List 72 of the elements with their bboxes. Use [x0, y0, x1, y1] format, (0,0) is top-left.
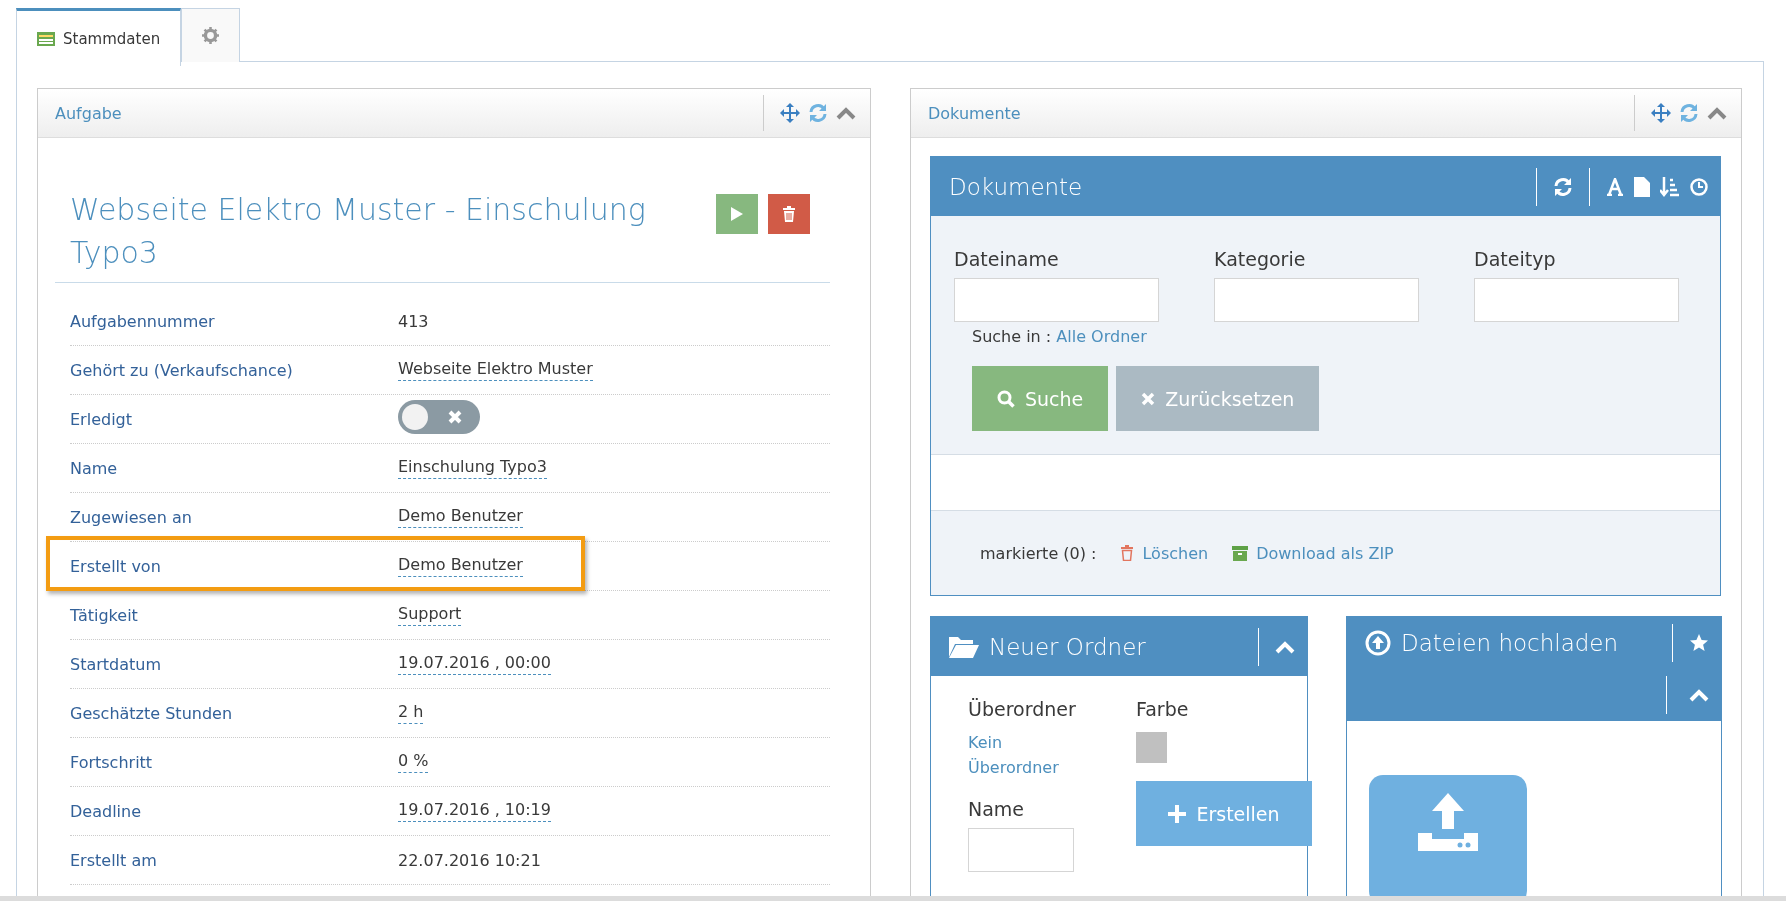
move-icon[interactable] — [780, 103, 800, 123]
refresh-icon[interactable] — [808, 103, 828, 123]
panel-title: Dateien hochladen — [1365, 630, 1619, 656]
marked-count: markierte (0) : — [980, 543, 1097, 563]
filter-field[interactable] — [1474, 278, 1679, 322]
font-icon[interactable] — [1606, 177, 1624, 196]
field-label: Name — [968, 798, 1026, 820]
close-icon — [1141, 391, 1156, 406]
editable-value[interactable]: Webseite Elektro Muster — [398, 359, 593, 381]
editable-value[interactable]: Support — [398, 604, 462, 626]
plus-icon — [1168, 804, 1187, 823]
sort-icon[interactable] — [1660, 176, 1680, 197]
search-icon — [997, 389, 1015, 408]
field-label: Name — [70, 458, 119, 478]
parent-folder-link[interactable]: Kein Überordner — [968, 730, 1078, 780]
table-icon — [37, 31, 55, 46]
filter-field[interactable] — [954, 278, 1159, 322]
trash-icon — [1120, 545, 1135, 561]
delete-button[interactable] — [768, 194, 810, 234]
filter-field[interactable] — [1214, 278, 1419, 322]
play-button[interactable] — [716, 194, 758, 234]
field-label: Erledigt — [70, 409, 133, 429]
panel-title: Neuer Ordner — [949, 633, 1146, 660]
tab[interactable]: Stammdaten — [16, 8, 182, 66]
editable-value[interactable]: 19.07.2016 , 10:19 — [398, 800, 551, 822]
editable-value[interactable]: Demo Benutzer — [398, 506, 523, 528]
field-label: Deadline — [70, 801, 142, 821]
name-field[interactable] — [968, 828, 1074, 872]
field-label: Farbe — [1136, 698, 1190, 720]
move-icon[interactable] — [1651, 103, 1671, 123]
filter-label: Kategorie — [1214, 248, 1307, 270]
folder-icon — [949, 634, 979, 659]
field-value: 22.07.2016 10:21 — [398, 850, 541, 870]
field-label: Fortschritt — [70, 752, 154, 772]
field-label: Zugewiesen an — [70, 507, 193, 527]
field-value: 413 — [398, 311, 429, 331]
search-scope-label: Suche in : — [972, 327, 1052, 346]
editable-value[interactable]: Demo Benutzer — [398, 555, 523, 577]
upload-icon — [1416, 793, 1480, 853]
close-icon — [448, 410, 462, 424]
upload-circle-icon — [1365, 630, 1391, 656]
clock-icon[interactable] — [1690, 177, 1708, 196]
play-icon — [730, 206, 744, 222]
field-label: Tätigkeit — [70, 605, 139, 625]
chevron-up-icon[interactable] — [836, 106, 856, 120]
field-label: Geschätzte Stunden — [70, 703, 234, 723]
field-label: Gehört zu (Verkaufschance) — [70, 360, 294, 380]
star-icon[interactable] — [1689, 633, 1709, 653]
file-icon[interactable] — [1634, 176, 1650, 197]
toggle-switch[interactable] — [398, 400, 480, 434]
color-swatch[interactable] — [1136, 732, 1167, 763]
field-label: Erstellt von — [70, 556, 162, 576]
panel-title: Dokumente — [949, 173, 1083, 200]
archive-icon — [1232, 545, 1249, 561]
filter-label: Dateityp — [1474, 248, 1557, 270]
settings-icon — [202, 27, 220, 44]
editable-value[interactable]: 0 % — [398, 751, 429, 773]
field-label: Startdatum — [70, 654, 163, 674]
trash-icon — [782, 206, 796, 222]
refresh-icon[interactable] — [1679, 103, 1699, 123]
editable-value[interactable]: Einschulung Typo3 — [398, 457, 547, 479]
widget-title: Dokumente — [928, 103, 1021, 123]
field-label: Erstellt am — [70, 850, 158, 870]
editable-value[interactable]: 2 h — [398, 702, 424, 724]
field-label: Aufgabennummer — [70, 311, 216, 331]
tab[interactable] — [181, 8, 241, 62]
filter-label: Dateiname — [954, 248, 1060, 270]
field-label: Überordner — [968, 698, 1077, 720]
task-title: Webseite Elektro Muster - Einschulung Typo3 — [70, 191, 647, 272]
editable-value[interactable]: 19.07.2016 , 00:00 — [398, 653, 551, 675]
chevron-up-icon[interactable] — [1707, 106, 1727, 120]
widget-title: Aufgabe — [55, 103, 122, 123]
